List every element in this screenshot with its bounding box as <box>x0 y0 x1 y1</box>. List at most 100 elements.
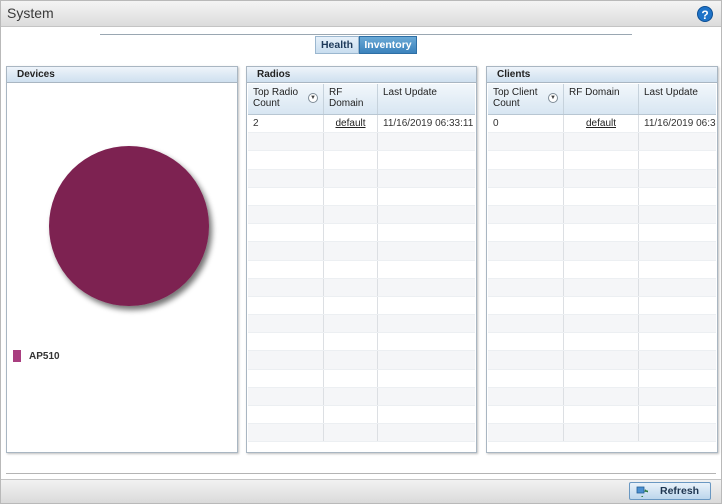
radios-cell-count <box>248 224 324 242</box>
clients-cell-last-update <box>639 370 716 387</box>
refresh-button[interactable]: Refresh <box>629 482 711 500</box>
clients-cell-count <box>488 315 564 333</box>
radios-cell-count <box>248 151 324 169</box>
clients-cell-count <box>488 205 564 224</box>
clients-cell-rf-domain <box>564 278 639 296</box>
radios-cell-count <box>248 406 324 424</box>
radios-col-rf-domain[interactable]: RF Domain <box>324 84 378 114</box>
table-row <box>248 296 475 316</box>
clients-cell-rf-domain <box>564 387 639 405</box>
clients-cell-last-update <box>639 297 716 314</box>
table-row <box>248 151 475 170</box>
pie-svg <box>49 146 209 306</box>
clients-table-body: 0default 11/16/2019 06:33:11 P <box>488 115 716 443</box>
table-row[interactable]: 2 default 11/16/2019 06:33:11 P <box>248 115 475 134</box>
clients-cell-rf-domain <box>564 260 639 278</box>
clients-cell-last-update <box>639 351 716 368</box>
clients-cell-count <box>488 278 564 296</box>
pie-slice-ap510[interactable] <box>49 146 209 306</box>
clients-cell-last-update: 11/16/2019 06:33:11 P <box>644 118 716 129</box>
table-row <box>488 242 716 261</box>
table-row <box>488 133 716 152</box>
tab-inventory[interactable]: Inventory <box>359 36 417 54</box>
radios-cell-rf-domain <box>324 205 378 224</box>
radios-cell-rf-domain <box>324 424 378 442</box>
clients-cell-count <box>488 151 564 169</box>
clients-cell-count <box>488 242 564 260</box>
tab-health[interactable]: Health <box>315 36 359 54</box>
radios-col-label-rf: RF Domain <box>329 87 364 109</box>
devices-legend: AP510 <box>13 350 60 362</box>
tab-bar: Health Inventory <box>315 36 417 54</box>
radios-cell-last-update <box>378 261 475 278</box>
sort-icon[interactable]: ▼ <box>548 93 558 103</box>
table-row <box>488 296 716 316</box>
radios-col-top-radio-count[interactable]: Top Radio Count ▼ <box>248 84 324 114</box>
radios-col-last-update[interactable]: Last Update <box>378 84 475 114</box>
radios-cell-rf-domain <box>324 406 378 424</box>
radios-panel-title: Radios <box>247 67 476 83</box>
radios-cell-rf-domain <box>324 278 378 296</box>
sort-icon[interactable]: ▼ <box>308 93 318 103</box>
clients-panel-title: Clients <box>487 67 717 83</box>
clients-cell-count <box>488 333 564 351</box>
table-row <box>248 424 475 443</box>
clients-cell-last-update <box>639 279 716 296</box>
table-row <box>248 260 475 279</box>
clients-col-label-update: Last Update <box>644 87 698 98</box>
table-row <box>248 205 475 225</box>
table-row <box>488 151 716 170</box>
clients-table: Top Client Count ▼ RF Domain Last Update… <box>488 84 716 451</box>
radios-cell-last-update <box>378 406 475 423</box>
table-row <box>248 242 475 261</box>
radios-cell-count <box>248 387 324 405</box>
clients-cell-rf-domain <box>564 351 639 369</box>
clients-table-header: Top Client Count ▼ RF Domain Last Update <box>488 84 716 115</box>
clients-cell-rf-domain <box>564 133 639 151</box>
radios-cell-rf-domain <box>324 224 378 242</box>
table-row <box>488 187 716 206</box>
clients-cell-count <box>488 224 564 242</box>
clients-cell-count <box>488 296 564 315</box>
clients-cell-last-update <box>639 315 716 332</box>
radios-cell-count: 2 <box>248 115 324 133</box>
table-row[interactable]: 0default 11/16/2019 06:33:11 P <box>488 115 716 134</box>
radios-cell-count <box>248 187 324 205</box>
radios-cell-count <box>248 133 324 151</box>
clients-cell-rf-domain <box>564 205 639 224</box>
clients-cell-count: 0 <box>488 115 564 133</box>
table-row <box>488 387 716 406</box>
radios-cell-count <box>248 315 324 333</box>
table-row <box>248 387 475 406</box>
clients-cell-rf-domain[interactable]: default <box>564 115 639 133</box>
clients-cell-last-update <box>639 151 716 168</box>
help-icon[interactable]: ? <box>697 6 713 22</box>
clients-col-label-rf: RF Domain <box>569 87 620 98</box>
clients-cell-last-update <box>639 388 716 405</box>
clients-col-last-update[interactable]: Last Update <box>639 84 716 114</box>
radios-cell-rf-domain[interactable]: default <box>324 115 378 133</box>
table-row <box>488 369 716 388</box>
radios-cell-count <box>248 205 324 224</box>
refresh-label: Refresh <box>660 485 700 497</box>
clients-cell-count <box>488 424 564 442</box>
radios-cell-last-update <box>378 206 475 223</box>
clients-col-top-client-count[interactable]: Top Client Count ▼ <box>488 84 564 114</box>
devices-panel: Devices AP510 <box>6 66 238 453</box>
radios-cell-count <box>248 242 324 260</box>
table-row <box>248 369 475 388</box>
radios-cell-count <box>248 424 324 442</box>
clients-col-rf-domain[interactable]: RF Domain <box>564 84 639 114</box>
clients-cell-count <box>488 187 564 205</box>
radios-cell-last-update <box>378 315 475 332</box>
clients-cell-rf-domain <box>564 187 639 205</box>
clients-cell-rf-domain <box>564 424 639 442</box>
radios-cell-rf-domain <box>324 387 378 405</box>
clients-panel: Clients Top Client Count ▼ RF Domain Las… <box>486 66 718 453</box>
radios-cell-count <box>248 333 324 351</box>
table-row <box>488 224 716 243</box>
radios-cell-rf-domain <box>324 333 378 351</box>
clients-cell-rf-domain <box>564 169 639 187</box>
clients-cell-last-update <box>639 406 716 423</box>
title-bar: System ? <box>1 1 721 27</box>
